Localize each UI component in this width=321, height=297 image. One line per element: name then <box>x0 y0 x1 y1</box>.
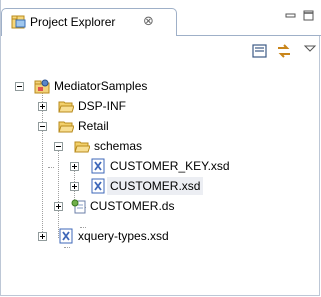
expand-toggle-icon[interactable] <box>54 202 63 211</box>
folder-open-icon <box>58 121 74 133</box>
project-explorer-icon <box>11 15 26 29</box>
xsd-file-icon <box>91 158 105 174</box>
tree-item-label: Retail <box>78 119 109 133</box>
project-icon <box>34 79 50 94</box>
tree-guide-line <box>48 167 54 168</box>
view-toolbar <box>1 36 321 66</box>
expand-toggle-icon[interactable] <box>70 182 79 191</box>
folder-open-icon <box>74 141 90 153</box>
tree-guide-line <box>64 247 70 248</box>
view-menu-icon[interactable] <box>301 40 319 58</box>
folder-icon <box>58 101 74 113</box>
expand-toggle-icon[interactable] <box>38 232 47 241</box>
tree-item-label: schemas <box>94 139 143 153</box>
collapse-all-icon[interactable] <box>251 42 269 60</box>
tree-item-label: CUSTOMER.xsd <box>107 177 204 195</box>
tree-item-label: CUSTOMER_KEY.xsd <box>110 159 230 173</box>
collapse-toggle-icon[interactable] <box>38 122 47 131</box>
xsd-file-icon <box>59 228 73 244</box>
maximize-icon[interactable] <box>303 10 314 21</box>
tree-item-label: CUSTOMER.ds <box>90 199 175 213</box>
link-with-editor-icon[interactable] <box>275 42 293 60</box>
tree-guide-line <box>58 144 59 238</box>
close-icon[interactable]: ⊗ <box>143 14 154 27</box>
tree-item-label: MediatorSamples <box>54 79 148 93</box>
collapse-toggle-icon[interactable] <box>15 82 24 91</box>
data-service-icon <box>71 199 86 214</box>
tree-item-label: DSP-INF <box>78 99 126 113</box>
tab-title: Project Explorer <box>30 15 116 29</box>
xsd-file-icon <box>91 178 105 194</box>
expand-toggle-icon[interactable] <box>38 102 47 111</box>
expand-toggle-icon[interactable] <box>70 162 79 171</box>
project-explorer-view: Project Explorer ⊗ MediatorSamples DSP-I… <box>0 0 321 296</box>
tab-project-explorer[interactable]: Project Explorer ⊗ <box>1 8 177 36</box>
view-tab-bar: Project Explorer ⊗ <box>1 0 321 36</box>
tree-item-label: xquery-types.xsd <box>78 229 169 243</box>
minimize-icon[interactable] <box>285 10 296 21</box>
collapse-toggle-icon[interactable] <box>54 142 63 151</box>
